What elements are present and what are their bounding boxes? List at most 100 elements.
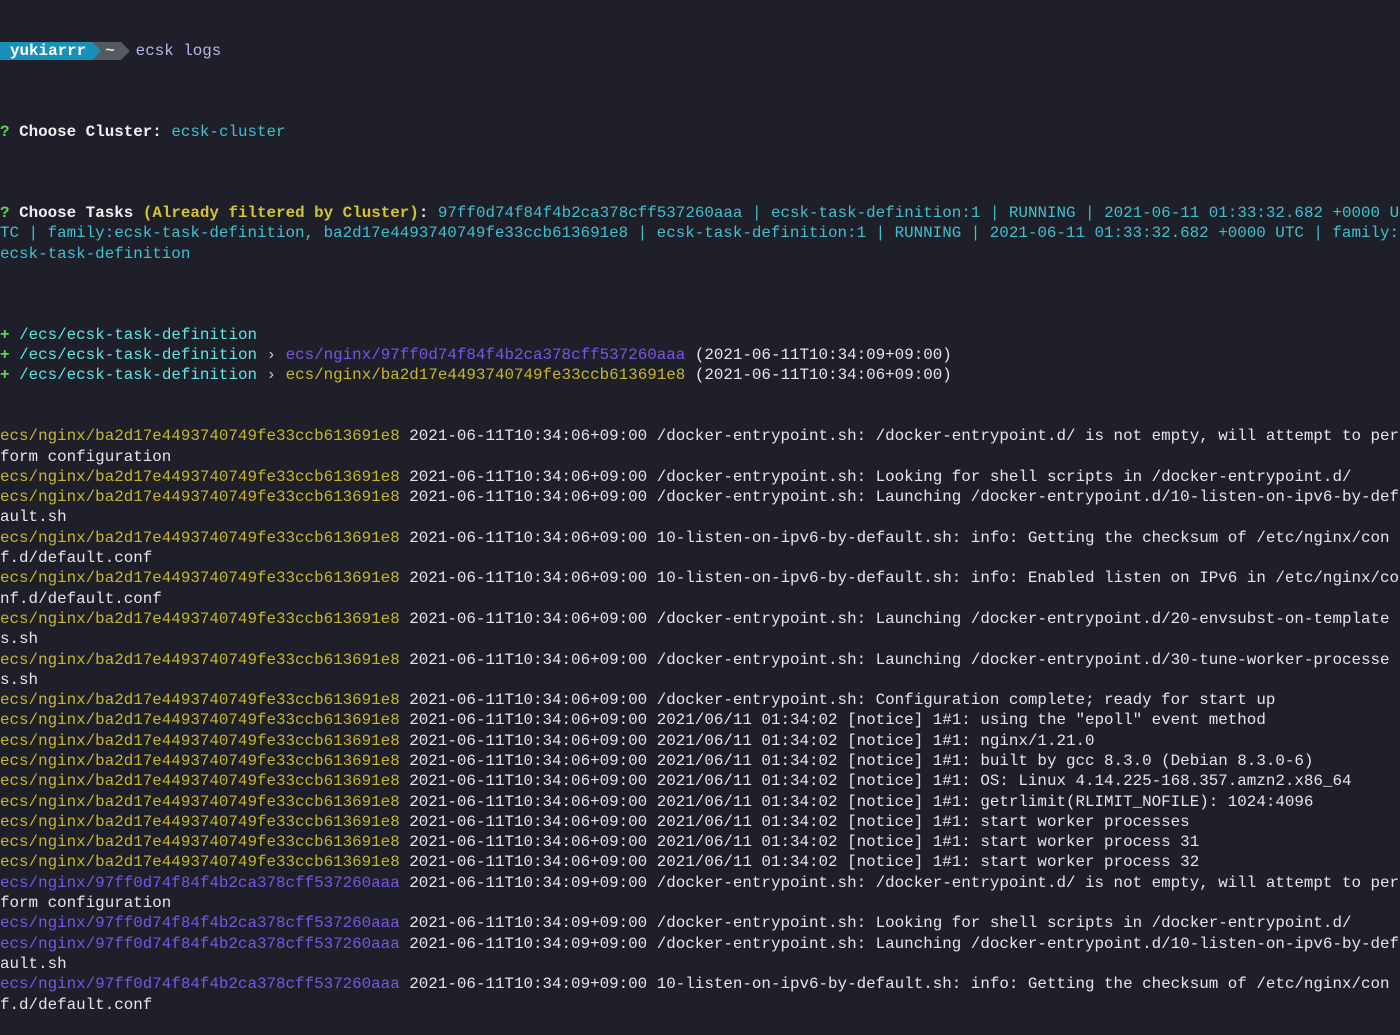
log-timestamp: 2021-06-11T10:34:06+09:00 <box>409 427 648 446</box>
log-line: ecs/nginx/ba2d17e4493740749fe33ccb613691… <box>0 751 1400 771</box>
log-stream-name: ecs/nginx/ba2d17e4493740749fe33ccb613691… <box>0 812 400 831</box>
question-mark-icon: ? <box>0 203 10 222</box>
log-timestamp: 2021-06-11T10:34:06+09:00 <box>409 812 648 831</box>
log-message: 2021/06/11 01:34:02 [notice] 1#1: built … <box>656 751 1314 770</box>
log-stream-name: ecs/nginx/97ff0d74f84f4b2ca378cff537260a… <box>0 914 400 933</box>
log-timestamp: 2021-06-11T10:34:06+09:00 <box>409 569 648 588</box>
log-stream-name: ecs/nginx/ba2d17e4493740749fe33ccb613691… <box>0 711 400 730</box>
log-timestamp: 2021-06-11T10:34:06+09:00 <box>409 467 648 486</box>
log-timestamp: 2021-06-11T10:34:06+09:00 <box>409 751 648 770</box>
log-line: ecs/nginx/ba2d17e4493740749fe33ccb613691… <box>0 792 1400 812</box>
log-stream-name: ecs/nginx/ba2d17e4493740749fe33ccb613691… <box>0 751 400 770</box>
log-stream-name: ecs/nginx/ba2d17e4493740749fe33ccb613691… <box>285 366 686 385</box>
log-stream-name: ecs/nginx/ba2d17e4493740749fe33ccb613691… <box>0 792 400 811</box>
stream-line: + /ecs/ecsk-task-definition › ecs/nginx/… <box>0 365 1400 385</box>
log-timestamp: 2021-06-11T10:34:06+09:00 <box>409 772 648 791</box>
stream-line: + /ecs/ecsk-task-definition › ecs/nginx/… <box>0 345 1400 365</box>
question-label: Choose Cluster: <box>19 122 162 141</box>
log-group: /ecs/ecsk-task-definition <box>19 366 257 385</box>
log-message: 2021/06/11 01:34:02 [notice] 1#1: start … <box>656 833 1200 852</box>
log-message: 2021/06/11 01:34:02 [notice] 1#1: using … <box>656 711 1266 730</box>
question-label: Choose Tasks <box>19 203 134 222</box>
log-line: ecs/nginx/ba2d17e4493740749fe33ccb613691… <box>0 852 1400 872</box>
log-line: ecs/nginx/ba2d17e4493740749fe33ccb613691… <box>0 710 1400 730</box>
log-message: 2021/06/11 01:34:02 [notice] 1#1: start … <box>656 853 1200 872</box>
log-timestamp: 2021-06-11T10:34:06+09:00 <box>409 853 648 872</box>
log-timestamp: 2021-06-11T10:34:06+09:00 <box>409 833 648 852</box>
log-stream-name: ecs/nginx/97ff0d74f84f4b2ca378cff537260a… <box>0 975 400 994</box>
log-message: 2021/06/11 01:34:02 [notice] 1#1: OS: Li… <box>656 772 1352 791</box>
stream-timestamp: (2021-06-11T10:34:09+09:00) <box>685 346 952 365</box>
log-stream-name: ecs/nginx/ba2d17e4493740749fe33ccb613691… <box>0 650 400 669</box>
log-timestamp: 2021-06-11T10:34:06+09:00 <box>409 731 648 750</box>
question-mark-icon: ? <box>0 122 10 141</box>
log-line: ecs/nginx/ba2d17e4493740749fe33ccb613691… <box>0 650 1400 691</box>
log-list: ecs/nginx/ba2d17e4493740749fe33ccb613691… <box>0 426 1400 1015</box>
log-timestamp: 2021-06-11T10:34:06+09:00 <box>409 609 648 628</box>
log-line: ecs/nginx/ba2d17e4493740749fe33ccb613691… <box>0 731 1400 751</box>
log-stream-name: ecs/nginx/ba2d17e4493740749fe33ccb613691… <box>0 528 400 547</box>
log-line: ecs/nginx/97ff0d74f84f4b2ca378cff537260a… <box>0 934 1400 975</box>
prompt-user: yukiarrr <box>0 41 93 60</box>
question-tasks: ? Choose Tasks (Already filtered by Clus… <box>0 203 1400 264</box>
plus-icon: + <box>0 346 10 365</box>
prompt-line: yukiarrr ~ ecsk logs <box>0 41 1400 61</box>
log-timestamp: 2021-06-11T10:34:09+09:00 <box>409 975 648 994</box>
prompt-arrow-icon <box>120 41 130 60</box>
log-line: ecs/nginx/97ff0d74f84f4b2ca378cff537260a… <box>0 913 1400 933</box>
log-line: ecs/nginx/ba2d17e4493740749fe33ccb613691… <box>0 771 1400 791</box>
chevron-right-icon: › <box>257 346 286 365</box>
stream-timestamp: (2021-06-11T10:34:06+09:00) <box>685 366 952 385</box>
shell-prompt: yukiarrr ~ <box>0 41 130 61</box>
log-stream-name: ecs/nginx/97ff0d74f84f4b2ca378cff537260a… <box>0 934 400 953</box>
prompt-arrow-icon <box>92 41 102 60</box>
log-timestamp: 2021-06-11T10:34:06+09:00 <box>409 691 648 710</box>
log-line: ecs/nginx/ba2d17e4493740749fe33ccb613691… <box>0 812 1400 832</box>
log-stream-name: ecs/nginx/ba2d17e4493740749fe33ccb613691… <box>0 467 400 486</box>
log-timestamp: 2021-06-11T10:34:06+09:00 <box>409 528 648 547</box>
log-message: /docker-entrypoint.sh: Looking for shell… <box>656 467 1352 486</box>
log-stream-name: ecs/nginx/ba2d17e4493740749fe33ccb613691… <box>0 609 400 628</box>
log-group: /ecs/ecsk-task-definition <box>19 325 257 344</box>
question-hint: (Already filtered by Cluster) <box>142 203 419 222</box>
log-timestamp: 2021-06-11T10:34:09+09:00 <box>409 873 648 892</box>
log-group: /ecs/ecsk-task-definition <box>19 346 257 365</box>
prompt-dir: ~ <box>101 41 121 60</box>
log-line: ecs/nginx/ba2d17e4493740749fe33ccb613691… <box>0 690 1400 710</box>
log-timestamp: 2021-06-11T10:34:06+09:00 <box>409 650 648 669</box>
log-timestamp: 2021-06-11T10:34:09+09:00 <box>409 914 648 933</box>
log-timestamp: 2021-06-11T10:34:06+09:00 <box>409 792 648 811</box>
log-timestamp: 2021-06-11T10:34:09+09:00 <box>409 934 648 953</box>
log-timestamp: 2021-06-11T10:34:06+09:00 <box>409 711 648 730</box>
log-line: ecs/nginx/ba2d17e4493740749fe33ccb613691… <box>0 426 1400 467</box>
command-text: ecsk logs <box>135 41 222 60</box>
log-line: ecs/nginx/ba2d17e4493740749fe33ccb613691… <box>0 609 1400 650</box>
log-stream-name: ecs/nginx/ba2d17e4493740749fe33ccb613691… <box>0 488 400 507</box>
log-stream-name: ecs/nginx/ba2d17e4493740749fe33ccb613691… <box>0 427 400 446</box>
plus-icon: + <box>0 366 10 385</box>
log-line: ecs/nginx/ba2d17e4493740749fe33ccb613691… <box>0 832 1400 852</box>
log-line: ecs/nginx/ba2d17e4493740749fe33ccb613691… <box>0 528 1400 569</box>
question-colon: : <box>418 203 429 222</box>
log-stream-name: ecs/nginx/ba2d17e4493740749fe33ccb613691… <box>0 691 400 710</box>
log-timestamp: 2021-06-11T10:34:06+09:00 <box>409 488 648 507</box>
log-stream-name: ecs/nginx/97ff0d74f84f4b2ca378cff537260a… <box>0 873 400 892</box>
log-line: ecs/nginx/ba2d17e4493740749fe33ccb613691… <box>0 487 1400 528</box>
chevron-right-icon: › <box>257 366 286 385</box>
plus-icon: + <box>0 325 10 344</box>
log-stream-name: ecs/nginx/ba2d17e4493740749fe33ccb613691… <box>0 772 400 791</box>
stream-line: + /ecs/ecsk-task-definition <box>0 325 1400 345</box>
log-stream-name: ecs/nginx/97ff0d74f84f4b2ca378cff537260a… <box>285 346 686 365</box>
log-stream-name: ecs/nginx/ba2d17e4493740749fe33ccb613691… <box>0 853 400 872</box>
stream-list: + /ecs/ecsk-task-definition + /ecs/ecsk-t… <box>0 325 1400 386</box>
log-stream-name: ecs/nginx/ba2d17e4493740749fe33ccb613691… <box>0 569 400 588</box>
log-message: /docker-entrypoint.sh: Looking for shell… <box>656 914 1352 933</box>
log-stream-name: ecs/nginx/ba2d17e4493740749fe33ccb613691… <box>0 731 400 750</box>
terminal-output[interactable]: yukiarrr ~ ecsk logs ? Choose Cluster: ecs… <box>0 0 1400 1035</box>
log-line: ecs/nginx/ba2d17e4493740749fe33ccb613691… <box>0 467 1400 487</box>
log-message: /docker-entrypoint.sh: Configuration com… <box>656 691 1276 710</box>
log-line: ecs/nginx/97ff0d74f84f4b2ca378cff537260a… <box>0 974 1400 1015</box>
log-stream-name: ecs/nginx/ba2d17e4493740749fe33ccb613691… <box>0 833 400 852</box>
log-message: 2021/06/11 01:34:02 [notice] 1#1: nginx/… <box>656 731 1095 750</box>
question-answer: ecsk-cluster <box>171 122 286 141</box>
